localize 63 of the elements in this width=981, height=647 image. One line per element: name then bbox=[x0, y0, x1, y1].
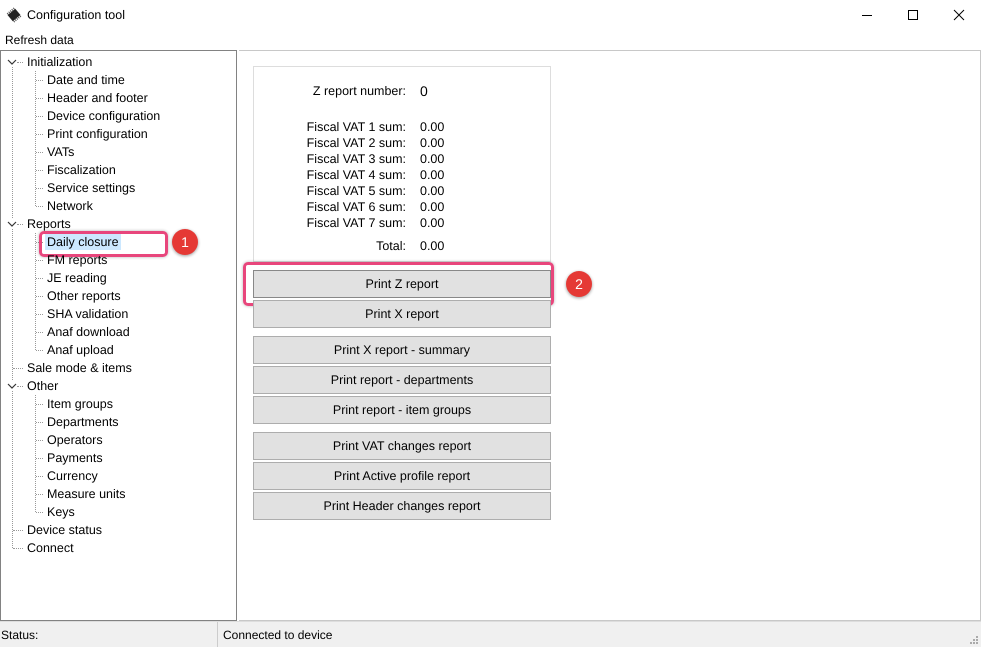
field-label: Total: bbox=[375, 239, 407, 253]
field-label: Fiscal VAT 2 sum: bbox=[306, 136, 407, 150]
field-label: Fiscal VAT 5 sum: bbox=[306, 184, 407, 198]
print-button[interactable]: Print report - departments bbox=[253, 366, 551, 394]
field-label: Fiscal VAT 3 sum: bbox=[306, 152, 407, 166]
tree-item[interactable]: Date and time bbox=[45, 72, 127, 88]
field-label: Z report number: bbox=[312, 84, 407, 98]
tree-item[interactable]: VATs bbox=[45, 144, 76, 160]
tree-item[interactable]: JE reading bbox=[45, 270, 109, 286]
print-button[interactable]: Print VAT changes report bbox=[253, 432, 551, 460]
field-value: 0.00 bbox=[420, 216, 444, 230]
callout-badge: 2 bbox=[566, 271, 592, 297]
field-label: Fiscal VAT 4 sum: bbox=[306, 168, 407, 182]
print-button[interactable]: Print Header changes report bbox=[253, 492, 551, 520]
tree-item[interactable]: Connect bbox=[25, 540, 76, 556]
field-value: 0.00 bbox=[420, 152, 444, 166]
tree-item[interactable]: Operators bbox=[45, 432, 105, 448]
window-title: Configuration tool bbox=[27, 8, 125, 22]
tree-item[interactable]: Anaf download bbox=[45, 324, 132, 340]
field-value: 0.00 bbox=[420, 200, 444, 214]
field-label: Fiscal VAT 1 sum: bbox=[306, 120, 407, 134]
field-value: 0.00 bbox=[420, 136, 444, 150]
maximize-icon[interactable] bbox=[907, 9, 919, 21]
tree-item[interactable]: Measure units bbox=[45, 486, 128, 502]
tree-item[interactable]: Other reports bbox=[45, 288, 123, 304]
field-value: 0 bbox=[420, 83, 428, 99]
menu-item[interactable]: Refresh data bbox=[5, 33, 74, 47]
tree-item[interactable]: Network bbox=[45, 198, 95, 214]
tree-item[interactable]: Item groups bbox=[45, 396, 116, 412]
tree-item[interactable]: SHA validation bbox=[45, 306, 130, 322]
tree-item[interactable]: Initialization bbox=[25, 54, 94, 70]
tree-item[interactable]: Anaf upload bbox=[45, 342, 116, 358]
field-value: 0.00 bbox=[420, 120, 444, 134]
print-button[interactable]: Print Z report bbox=[253, 270, 551, 298]
tree-item[interactable]: Keys bbox=[45, 504, 77, 520]
tree-item[interactable]: Service settings bbox=[45, 180, 138, 196]
callout-badge: 1 bbox=[172, 229, 198, 255]
field-value: 0.00 bbox=[420, 184, 444, 198]
field-label: Fiscal VAT 7 sum: bbox=[306, 216, 407, 230]
tree-item[interactable]: Device configuration bbox=[45, 108, 162, 124]
print-button[interactable]: Print X report bbox=[253, 300, 551, 328]
tree-item[interactable]: Header and footer bbox=[45, 90, 150, 106]
print-button[interactable]: Print X report - summary bbox=[253, 336, 551, 364]
tree-item[interactable]: FM reports bbox=[45, 252, 110, 268]
print-button[interactable]: Print report - item groups bbox=[253, 396, 551, 424]
tree-item[interactable]: Departments bbox=[45, 414, 121, 430]
field-label: Fiscal VAT 6 sum: bbox=[306, 200, 407, 214]
status-message: Connected to device bbox=[222, 628, 332, 642]
resize-grip-icon[interactable] bbox=[968, 634, 978, 644]
tree-item[interactable]: Print configuration bbox=[45, 126, 150, 142]
tree-item[interactable]: Payments bbox=[45, 450, 105, 466]
tree-item[interactable]: Device status bbox=[25, 522, 104, 538]
tree-item[interactable]: Currency bbox=[45, 468, 100, 484]
close-icon[interactable] bbox=[953, 9, 965, 21]
field-value: 0.00 bbox=[420, 239, 444, 253]
tree-item[interactable]: Daily closure bbox=[45, 234, 121, 250]
tree-item[interactable]: Sale mode & items bbox=[25, 360, 134, 376]
tree-item[interactable]: Reports bbox=[25, 216, 73, 232]
tree-item[interactable]: Fiscalization bbox=[45, 162, 118, 178]
tree-item[interactable]: Other bbox=[25, 378, 60, 394]
field-value: 0.00 bbox=[420, 168, 444, 182]
status-label: Status: bbox=[0, 622, 218, 647]
print-button[interactable]: Print Active profile report bbox=[253, 462, 551, 490]
